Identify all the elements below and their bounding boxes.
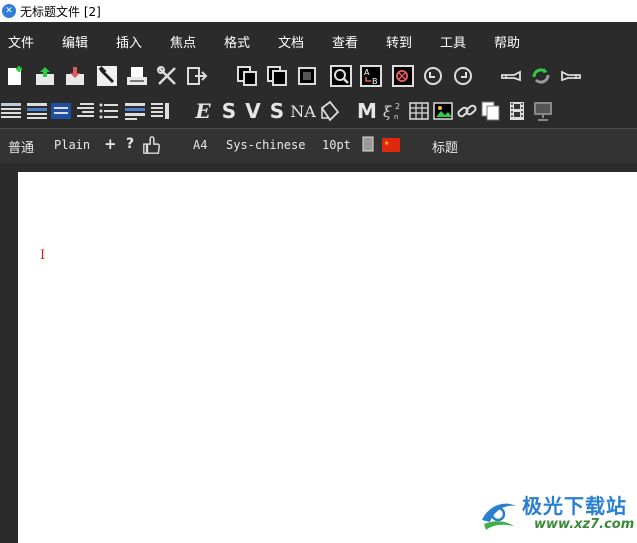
sans-serif-icon[interactable]: S xyxy=(266,99,288,123)
app-logo-icon: ✕ xyxy=(2,4,16,18)
add-icon[interactable]: + xyxy=(104,135,117,153)
pointing-hand-forward-icon[interactable] xyxy=(560,65,582,87)
align-right-icon[interactable] xyxy=(74,100,96,122)
paper-size-select[interactable]: A4 xyxy=(193,138,207,152)
align-left-icon[interactable] xyxy=(0,100,22,122)
name-icon[interactable]: NA xyxy=(290,100,316,122)
menu-help[interactable]: 帮助 xyxy=(494,32,520,51)
watermark-url: www.xz7.com xyxy=(534,517,635,532)
emphasis-icon[interactable]: E xyxy=(192,99,214,123)
refresh-icon[interactable] xyxy=(530,65,552,87)
numbered-list-icon[interactable] xyxy=(124,100,146,122)
svg-text:B: B xyxy=(372,77,378,86)
svg-text:ξ: ξ xyxy=(383,103,392,121)
pointing-hand-back-icon[interactable] xyxy=(500,65,522,87)
bullet-list-icon[interactable] xyxy=(98,100,120,122)
print-icon[interactable] xyxy=(126,65,148,87)
strong-icon[interactable]: S xyxy=(218,99,240,123)
page-color-icon[interactable] xyxy=(362,136,376,154)
insert-table-icon[interactable] xyxy=(408,100,430,122)
watermark-logo-icon xyxy=(482,503,516,530)
menu-format[interactable]: 格式 xyxy=(224,32,250,51)
subscript-superscript-icon[interactable]: ξ2 n xyxy=(382,100,404,122)
description-list-icon[interactable] xyxy=(150,100,172,122)
cancel-search-icon[interactable] xyxy=(392,65,414,87)
align-title-icon[interactable] xyxy=(26,100,48,122)
watermark: 极光下载站 www.xz7.com xyxy=(478,490,634,538)
hammer-icon[interactable] xyxy=(96,65,118,87)
menu-tools[interactable]: 工具 xyxy=(440,32,466,51)
font-style-select[interactable]: Plain xyxy=(54,138,90,152)
insert-animation-icon[interactable] xyxy=(506,100,528,122)
document-canvas[interactable]: I xyxy=(18,172,637,543)
menu-focus[interactable]: 焦点 xyxy=(170,32,196,51)
title-bar: ✕ 无标题文件 [2] xyxy=(0,0,637,22)
help-question-icon[interactable]: ? xyxy=(126,136,134,152)
mode-bar: 普通 Plain + ? A4 Sys-chinese 10pt ★ 标题 xyxy=(0,128,637,163)
insert-document-icon[interactable] xyxy=(480,100,502,122)
open-document-icon[interactable] xyxy=(34,65,56,87)
paste-icon[interactable] xyxy=(296,65,318,87)
verbatim-icon[interactable]: V xyxy=(242,99,264,123)
format-toolbar: E S V S NA M ξ2 n xyxy=(0,96,637,128)
replace-icon[interactable]: AB xyxy=(360,65,382,87)
menu-insert[interactable]: 插入 xyxy=(116,32,142,51)
heading-style-select[interactable]: 标题 xyxy=(432,137,458,156)
preferences-tools-icon[interactable] xyxy=(156,65,178,87)
tag-icon[interactable] xyxy=(318,100,340,122)
menu-edit[interactable]: 编辑 xyxy=(62,32,88,51)
align-center-icon[interactable] xyxy=(50,100,72,122)
insert-image-icon[interactable] xyxy=(432,100,454,122)
copy-icon[interactable] xyxy=(236,65,258,87)
quit-icon[interactable] xyxy=(186,65,208,87)
save-document-icon[interactable] xyxy=(64,65,86,87)
svg-text:2: 2 xyxy=(395,102,400,111)
menu-document[interactable]: 文档 xyxy=(278,32,304,51)
watermark-name: 极光下载站 xyxy=(522,494,627,518)
svg-text:★: ★ xyxy=(384,140,389,147)
window-title: 无标题文件 [2] xyxy=(20,4,101,19)
search-icon[interactable] xyxy=(330,65,352,87)
link-icon[interactable] xyxy=(456,100,478,122)
math-mode-icon[interactable]: M xyxy=(356,99,378,123)
svg-text:n: n xyxy=(394,113,398,121)
layout-style-select[interactable]: 普通 xyxy=(8,137,34,156)
text-cursor: I xyxy=(40,248,46,263)
cut-icon[interactable] xyxy=(266,65,288,87)
redo-icon[interactable] xyxy=(452,65,474,87)
menu-goto[interactable]: 转到 xyxy=(386,32,412,51)
undo-icon[interactable] xyxy=(422,65,444,87)
presentation-icon[interactable] xyxy=(532,100,554,122)
thumb-pointer-icon[interactable] xyxy=(142,135,162,155)
main-toolbar: AB xyxy=(0,60,637,96)
svg-text:A: A xyxy=(364,68,370,77)
china-flag-icon[interactable]: ★ xyxy=(382,138,400,152)
font-size-select[interactable]: 10pt xyxy=(322,138,351,152)
language-select[interactable]: Sys-chinese xyxy=(226,138,305,152)
menu-bar: 文件 编辑 插入 焦点 格式 文档 查看 转到 工具 帮助 xyxy=(0,22,637,60)
menu-view[interactable]: 查看 xyxy=(332,32,358,51)
menu-file[interactable]: 文件 xyxy=(8,32,34,51)
new-document-icon[interactable] xyxy=(4,65,26,87)
